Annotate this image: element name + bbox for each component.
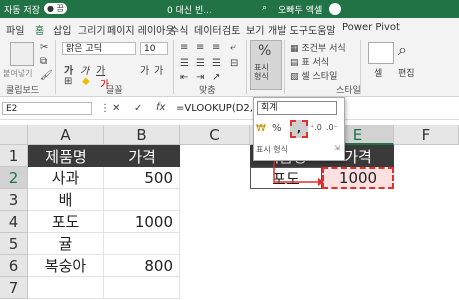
dialog-launcher-icon[interactable]: ⇲ [334, 144, 340, 152]
decrease-decimal-icon[interactable]: .0⁻ [326, 123, 338, 132]
format-select[interactable]: 회계 [257, 101, 337, 115]
comma-style-button[interactable]: , [290, 120, 308, 138]
dropdown-group-label: 표시 형식 [256, 145, 288, 154]
percent-style-icon[interactable]: % [272, 123, 282, 134]
number-format-dropdown: 회계 ₩ % , ⁺.0 .0⁻ 표시 형식 ⇲ [253, 97, 345, 161]
accounting-icon[interactable]: ₩ [256, 123, 266, 134]
increase-decimal-icon[interactable]: ⁺.0 [310, 123, 322, 132]
annotation-arrow [273, 134, 324, 186]
